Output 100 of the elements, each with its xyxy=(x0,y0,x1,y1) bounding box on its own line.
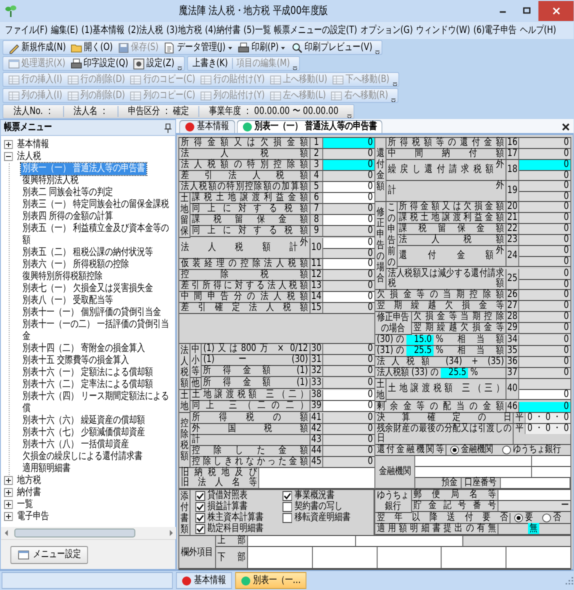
checkbox[interactable] xyxy=(195,524,206,534)
amount-field[interactable]: 0 xyxy=(323,259,374,269)
tree-item[interactable]: 地方税 xyxy=(15,475,43,487)
amount-field[interactable] xyxy=(259,468,374,488)
radio-button[interactable] xyxy=(514,513,524,523)
menu-item[interactable]: ウィンドウ(W) xyxy=(414,23,472,38)
tree-item[interactable]: 別表五（一） 利益積立金及び資本金等の額 xyxy=(20,223,174,247)
radio-label[interactable]: 要 xyxy=(525,513,534,523)
radio-button[interactable] xyxy=(541,513,552,523)
toolbar-button[interactable]: データ管理(J) xyxy=(160,42,236,54)
scrollbar[interactable] xyxy=(0,527,177,539)
document-tab[interactable]: 基本情報 xyxy=(179,120,235,133)
tree-item[interactable]: 納付書 xyxy=(15,487,43,499)
rate-field[interactable]: 25.5 xyxy=(406,346,434,356)
tree-item[interactable]: 別表六（一） 所得税額の控除 xyxy=(20,259,131,271)
window-tab[interactable]: 基本情報 xyxy=(176,572,232,589)
date-field[interactable]: 0 ・ 0 ・ 0 xyxy=(526,413,570,423)
menu-item[interactable]: 帳票メニューの設定(T) xyxy=(272,23,359,38)
tree-item[interactable]: 別表四 所得の金額の計算 xyxy=(20,211,115,223)
tree-item[interactable]: 別表二 同族会社等の判定 xyxy=(20,187,115,199)
amount-field[interactable] xyxy=(498,490,570,500)
tree-item[interactable]: 別表十六（六） 繰延資産の償却額 xyxy=(20,415,147,427)
tree-item[interactable]: 復興特別所得税額控除 xyxy=(20,271,104,283)
tree-item[interactable]: 法人税 xyxy=(15,151,43,163)
amount-field[interactable] xyxy=(376,547,442,568)
radio-button[interactable] xyxy=(450,445,460,455)
tree-item[interactable]: 欠損金の繰戻しによる還付請求書 xyxy=(20,451,144,463)
tree-item[interactable]: 電子申告 xyxy=(15,511,51,523)
amount-field[interactable] xyxy=(441,547,506,568)
radio-label[interactable]: 金融機関 xyxy=(461,445,494,455)
expand-icon[interactable] xyxy=(4,140,13,149)
checkbox[interactable] xyxy=(195,502,206,512)
toolbar-button[interactable]: 印字設定(Q) xyxy=(68,58,131,70)
menu-item[interactable]: (5)一覧 xyxy=(242,23,272,38)
checkbox-label[interactable]: 損益計算書 xyxy=(208,502,248,512)
text-field[interactable] xyxy=(532,467,570,477)
collapse-icon[interactable] xyxy=(4,152,13,161)
checkbox[interactable] xyxy=(282,513,292,523)
amount-field[interactable]: 0 xyxy=(323,182,374,192)
text-field[interactable] xyxy=(415,467,532,477)
checkbox[interactable] xyxy=(282,490,292,500)
tree-item[interactable]: 別表十六（四） リース期間定額法による償 xyxy=(20,391,174,415)
pin-icon[interactable] xyxy=(164,122,172,132)
checkbox[interactable] xyxy=(282,502,292,512)
menu-item[interactable]: ファイル(F) xyxy=(3,23,50,38)
tree-item[interactable]: 別表十六（八） 一括償却資産 xyxy=(20,439,131,451)
checkbox-label[interactable]: 契約書の写し xyxy=(294,502,342,512)
tree-item[interactable]: 別表三（一） 特定同族会社の留保金課税 xyxy=(20,199,171,211)
tree-item[interactable]: 復興特別法人税 xyxy=(20,175,80,187)
checkbox[interactable] xyxy=(195,490,206,500)
menu-item[interactable]: オプション(G) xyxy=(358,23,414,38)
menu-settings-button[interactable]: メニュー設定 xyxy=(10,546,88,564)
menu-item[interactable]: (4)納付書 xyxy=(203,23,242,38)
amount-field[interactable]: 0 xyxy=(323,292,374,302)
tree-item[interactable]: 別表八（一） 受取配当等 xyxy=(20,295,115,307)
amount-field[interactable] xyxy=(506,547,570,568)
amount-field[interactable]: 0 xyxy=(519,160,570,170)
tree-item[interactable]: 別表十六（二） 定率法による償却額 xyxy=(20,379,155,391)
radio-button[interactable] xyxy=(501,445,512,455)
amount-field[interactable]: 0 xyxy=(323,238,374,248)
toolbar-button[interactable]: 新規作成(N) xyxy=(6,42,68,54)
menu-item[interactable]: (1)基本情報 xyxy=(80,23,126,38)
toolbar-button[interactable]: 設定(Z) xyxy=(130,58,177,70)
document-tab[interactable]: 別表一（一） 普通法人等の申告書 xyxy=(236,120,383,133)
checkbox-label[interactable]: 勘定科目明細書 xyxy=(208,524,264,534)
menu-item[interactable]: ヘルプ(H) xyxy=(518,23,558,38)
text-field[interactable] xyxy=(500,478,570,488)
flag-field[interactable]: 無 xyxy=(528,523,540,534)
amount-field[interactable]: 0 xyxy=(323,215,374,225)
toolbar-button[interactable]: 上書き(K) xyxy=(190,58,230,70)
tree-item[interactable]: 別表十六（七） 少額減価償却資産 xyxy=(20,427,147,439)
amount-field[interactable] xyxy=(312,547,376,568)
radio-label[interactable]: ゆうちょ銀行 xyxy=(512,445,561,455)
tree-item[interactable]: 別表十一（一） 個別評価の貸倒引当金 xyxy=(20,307,163,319)
amount-field[interactable]: 0 xyxy=(519,402,570,412)
amount-field[interactable]: 0 xyxy=(323,138,374,148)
text-field[interactable] xyxy=(532,456,570,466)
tree-item[interactable]: 別表十六（一） 定額法による償却額 xyxy=(20,367,155,379)
resize-grip-icon[interactable] xyxy=(566,576,574,584)
expand-icon[interactable] xyxy=(4,488,13,497)
amount-field[interactable] xyxy=(248,547,312,568)
expand-icon[interactable] xyxy=(4,512,13,521)
menu-item[interactable]: (6)電子申告 xyxy=(472,23,518,38)
menu-item[interactable]: (2)法人税 xyxy=(126,23,165,38)
window-tab[interactable]: 別表一（一… xyxy=(234,572,306,589)
close-icon[interactable] xyxy=(560,121,570,133)
amount-field[interactable] xyxy=(354,536,463,546)
tree-item[interactable]: 別表十四（二） 寄附金の損金算入 xyxy=(20,343,147,355)
tree-item[interactable]: 別表五（二） 租税公課の納付状況等 xyxy=(20,247,155,259)
menu-item[interactable]: 編集(E) xyxy=(49,23,80,38)
rate-field[interactable]: 15.0 xyxy=(406,335,434,345)
tree-item[interactable]: 別表七（一） 欠損金又は災害損失金 xyxy=(20,283,155,295)
checkbox-label[interactable]: 貸借対照表 xyxy=(208,490,248,500)
tree-item[interactable]: 別表十五 交際費等の損金算入 xyxy=(20,355,131,367)
date-field[interactable]: 0 ・ 0 ・ 0 xyxy=(526,424,570,434)
amount-field[interactable]: 0 xyxy=(323,401,374,411)
amount-field[interactable]: 0 xyxy=(519,389,570,399)
text-field[interactable] xyxy=(415,456,532,466)
expand-icon[interactable] xyxy=(4,476,13,485)
checkbox-label[interactable]: 移転資産明細書 xyxy=(294,513,350,523)
